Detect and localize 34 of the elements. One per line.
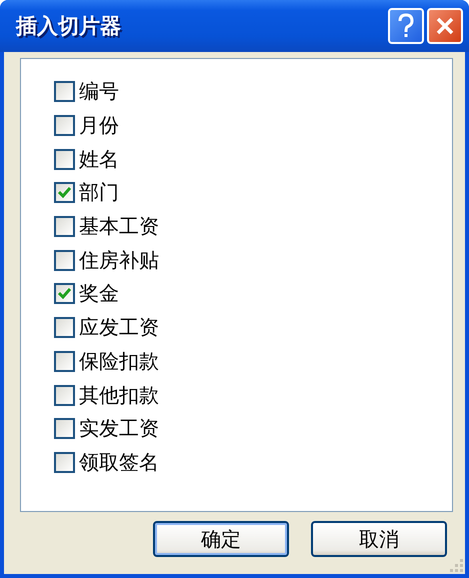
checkbox[interactable]: [54, 418, 75, 440]
field-label: 奖金: [79, 280, 119, 308]
help-button[interactable]: [388, 8, 424, 44]
close-icon: [435, 16, 455, 36]
checkbox[interactable]: [54, 384, 75, 406]
checkbox[interactable]: [54, 350, 75, 372]
checkbox[interactable]: [54, 283, 75, 304]
checkbox[interactable]: [54, 250, 75, 271]
field-label: 应发工资: [79, 314, 159, 342]
field-label: 住房补贴: [79, 246, 159, 274]
checkbox[interactable]: [54, 115, 75, 136]
check-icon: [58, 187, 71, 198]
close-button[interactable]: [427, 8, 463, 44]
help-icon: [397, 13, 415, 39]
checkbox[interactable]: [54, 216, 75, 238]
field-label: 其他扣款: [79, 382, 159, 409]
window-title: 插入切片器: [16, 13, 122, 40]
field-label: 保险扣款: [79, 348, 159, 375]
ok-button[interactable]: 确定: [153, 521, 289, 557]
field-label: 领取签名: [79, 448, 159, 476]
checkbox[interactable]: [54, 452, 75, 473]
field-label: 实发工资: [79, 415, 159, 442]
checkbox[interactable]: [54, 317, 75, 338]
field-label: 部门: [79, 179, 119, 206]
check-icon: [58, 288, 71, 300]
cancel-button[interactable]: 取消: [311, 521, 447, 557]
field-label: 基本工资: [79, 213, 159, 240]
resize-grip-icon[interactable]: [450, 559, 463, 572]
checkbox[interactable]: [54, 182, 75, 204]
field-label: 编号: [79, 78, 119, 106]
checkbox[interactable]: [54, 148, 75, 170]
field-label: 月份: [79, 112, 119, 140]
field-label: 姓名: [79, 146, 119, 173]
checkbox[interactable]: [54, 81, 75, 102]
